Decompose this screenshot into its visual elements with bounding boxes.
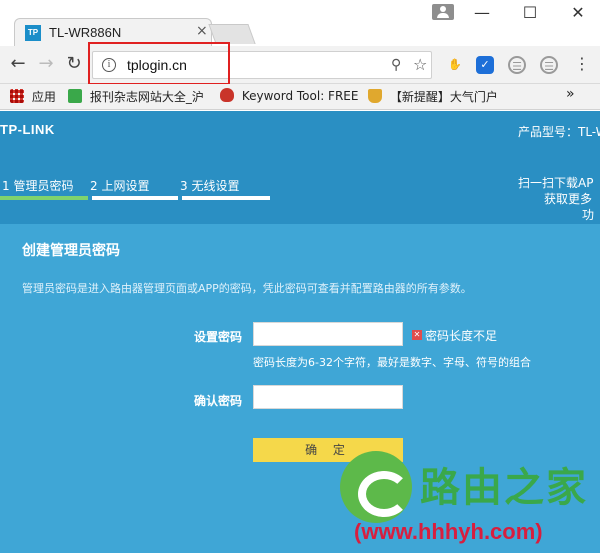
extension-hand-icon[interactable]: ✋: [446, 56, 464, 74]
error-icon: ✕: [412, 330, 422, 340]
bookmark-label: 【新提醒】大气门户: [389, 90, 498, 104]
user-profile-icon[interactable]: [432, 4, 454, 20]
bookmark-keyword-tool[interactable]: Keyword Tool: FREE: [220, 88, 358, 103]
watermark-title: 路由之家: [420, 465, 588, 511]
extension-circle-icon[interactable]: ☰: [508, 56, 526, 74]
zoom-icon[interactable]: ⚲: [391, 57, 401, 73]
step-internet-settings[interactable]: 2 上网设置: [90, 177, 149, 194]
bookmark-newspapers[interactable]: 报刊杂志网站大全_沪: [68, 88, 204, 105]
reload-icon[interactable]: ↻: [64, 54, 84, 74]
red-flame-icon: [220, 88, 234, 102]
step-progress-active: [0, 196, 88, 200]
title-bar: TP TL-WR886N × — ☐ ✕: [0, 0, 600, 46]
back-icon[interactable]: ←: [8, 54, 28, 74]
step-progress-3: [182, 196, 270, 200]
close-window-button[interactable]: ✕: [566, 3, 590, 23]
tplink-favicon-icon: TP: [25, 25, 41, 41]
confirm-password-input[interactable]: [253, 385, 403, 409]
tab-close-icon[interactable]: ×: [196, 23, 208, 39]
tab-title: TL-WR886N: [49, 25, 122, 40]
card-description: 管理员密码是进入路由器管理页面或APP的密码，凭此密码可查看并配置路由器的所有参…: [22, 282, 472, 295]
scan-line-2: 获取更多: [544, 192, 593, 206]
url-highlight-box: [88, 42, 230, 85]
watermark-logo-icon: [340, 451, 412, 523]
confirm-password-label: 确认密码: [194, 394, 243, 408]
minimize-button[interactable]: —: [470, 3, 494, 23]
scan-line-3: 功: [582, 208, 595, 222]
bookmark-label: 应用: [31, 90, 56, 104]
bookmark-apps[interactable]: 应用: [10, 88, 56, 105]
menu-kebab-icon[interactable]: ⋮: [572, 54, 592, 74]
new-tab-button[interactable]: [208, 24, 256, 44]
trophy-icon: [368, 89, 382, 103]
qr-download-text: 扫一扫下载AP 获取更多 功: [518, 175, 594, 223]
brand-logo: TP-LINK: [0, 122, 55, 137]
step-progress-2: [92, 196, 178, 200]
step-admin-password[interactable]: 1 管理员密码: [2, 177, 73, 194]
password-input[interactable]: [253, 322, 403, 346]
forward-icon[interactable]: →: [36, 54, 56, 74]
shield-extension-icon[interactable]: ✓: [476, 56, 494, 74]
bookmark-portal[interactable]: 【新提醒】大气门户: [368, 88, 498, 105]
bookmark-label: Keyword Tool: FREE: [241, 89, 359, 103]
password-error-text: 密码长度不足: [425, 329, 498, 343]
bookmarks-bar: 应用 报刊杂志网站大全_沪 Keyword Tool: FREE 【新提醒】大气…: [0, 84, 600, 110]
bookmark-star-icon[interactable]: ☆: [413, 55, 427, 74]
bookmarks-overflow-icon[interactable]: »: [566, 86, 575, 102]
extension-circle-icon-2[interactable]: ☰: [540, 56, 558, 74]
card-title: 创建管理员密码: [22, 243, 120, 259]
scan-line-1: 扫一扫下载AP: [518, 176, 594, 190]
model-label: 产品型号：TL-W: [518, 125, 600, 139]
password-hint: 密码长度为6-32个字符，最好是数字、字母、符号的组合: [253, 356, 531, 369]
step-wireless-settings[interactable]: 3 无线设置: [180, 177, 239, 194]
password-label: 设置密码: [194, 330, 243, 344]
green-c-icon: [68, 89, 82, 103]
bookmark-label: 报刊杂志网站大全_沪: [89, 90, 204, 104]
maximize-button[interactable]: ☐: [518, 3, 542, 23]
apps-grid-icon: [10, 89, 24, 103]
watermark-url: (www.hhhyh.com): [354, 519, 543, 544]
